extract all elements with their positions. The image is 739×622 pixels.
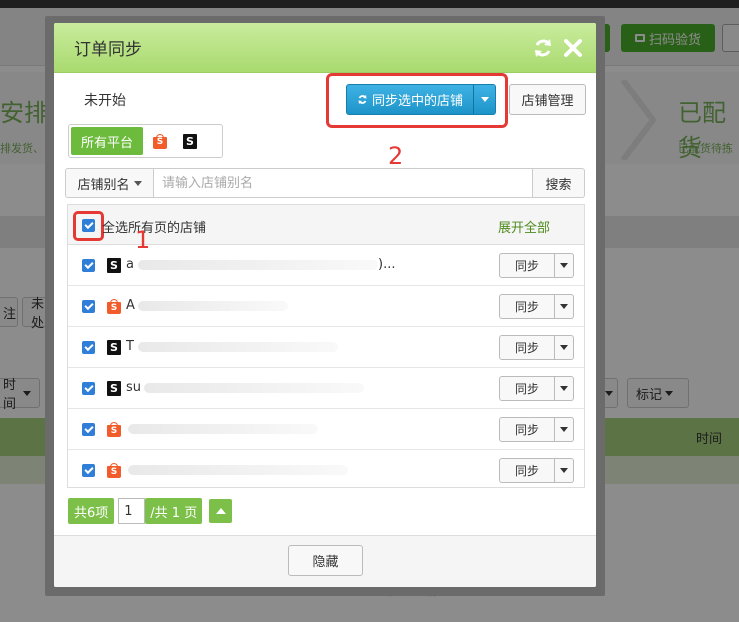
annotation-box-1 [73,211,104,241]
store-sync-button[interactable]: 同步 [499,294,574,319]
refresh-icon[interactable] [532,37,554,59]
page-number-input[interactable]: 1 [118,498,146,524]
store-checkbox[interactable] [82,341,95,354]
pagination: 共6项 1 /共 1 页 [68,498,233,524]
platform-icon: S [107,258,121,273]
store-name: T [126,339,134,354]
redacted-text [138,342,338,352]
platform-icon: S [107,340,121,355]
sync-dropdown[interactable] [555,253,574,278]
store-management-label: 店铺管理 [521,94,574,109]
platform-tabs: 所有平台 S S [68,124,223,158]
annotation-number-2: 2 [388,142,404,170]
sync-dropdown[interactable] [555,335,574,360]
hide-button-label: 隐藏 [312,555,339,570]
chevron-down-icon [560,263,568,268]
sync-dropdown[interactable] [555,294,574,319]
redacted-text [128,465,348,475]
modal-title: 订单同步 [74,40,142,60]
sync-selected-stores-button[interactable]: 同步选中的店铺 [346,84,496,115]
store-alias-label: 店铺别名 [77,177,130,193]
close-icon[interactable] [562,37,584,59]
store-name: A [126,298,135,313]
store-row: S 同步 [68,450,584,491]
redacted-text [128,424,318,434]
store-row: S 同步 [68,409,584,450]
chevron-down-icon [560,386,568,391]
store-row: S T 同步 [68,327,584,368]
store-checkbox[interactable] [82,382,95,395]
shein-icon: S [107,340,121,355]
store-row: S A 同步 [68,286,584,327]
chevron-down-icon [560,345,568,350]
shein-icon: S [107,381,121,396]
sync-button[interactable]: 同步 [499,253,555,278]
chevron-down-icon [560,304,568,309]
store-checkbox[interactable] [82,423,95,436]
store-sync-button[interactable]: 同步 [499,253,574,278]
shein-icon: S [183,133,198,149]
sync-button[interactable]: 同步 [499,294,555,319]
modal-footer: 隐藏 [54,535,596,587]
sync-selected-main[interactable]: 同步选中的店铺 [347,85,473,114]
store-alias-dropdown[interactable]: 店铺别名 [65,168,154,198]
sync-selected-label: 同步选中的店铺 [371,94,463,109]
store-sync-button[interactable]: 同步 [499,376,574,401]
sync-selected-dropdown[interactable] [473,85,495,114]
store-row: S su 同步 [68,368,584,409]
store-sync-button[interactable]: 同步 [499,335,574,360]
sync-icon [358,95,367,104]
modal-header: 订单同步 [54,23,596,73]
redacted-text [144,383,364,393]
store-table: 全选所有页的店铺 1 展开全部 S a )... 同步 S A 同步 S T 同… [67,204,585,488]
chevron-down-icon [480,97,489,102]
redacted-text [138,260,378,270]
hide-button[interactable]: 隐藏 [288,545,363,576]
sync-dropdown[interactable] [555,458,574,483]
select-all-label: 全选所有页的店铺 [102,221,207,236]
store-checkbox[interactable] [82,259,95,272]
tab-all-platforms[interactable]: 所有平台 [71,127,144,155]
store-table-header: 全选所有页的店铺 1 展开全部 [68,205,584,254]
sync-dropdown[interactable] [555,376,574,401]
pager-total: 共6项 [68,498,115,524]
platform-icon: S [107,381,121,396]
search-button-label: 搜索 [545,177,572,193]
expand-all-link[interactable]: 展开全部 [498,217,550,236]
store-checkbox[interactable] [82,464,95,477]
chevron-down-icon [133,180,142,186]
store-sync-button[interactable]: 同步 [499,417,574,442]
tab-shein[interactable]: S [177,127,203,155]
store-name: a [126,257,134,272]
store-name-suffix: )... [378,257,396,272]
sync-dropdown[interactable] [555,417,574,442]
shopee-icon: S [153,133,168,149]
store-checkbox[interactable] [82,300,95,313]
chevron-up-icon [215,508,226,514]
search-button[interactable]: 搜索 [533,168,585,198]
pager-collapse-button[interactable] [209,499,233,523]
store-alias-input[interactable] [154,168,533,198]
store-search-row: 店铺别名 搜索 [65,168,585,198]
sync-button[interactable]: 同步 [499,417,555,442]
store-management-button[interactable]: 店铺管理 [509,84,586,115]
pager-page-count: /共 1 页 [145,498,203,524]
sync-button[interactable]: 同步 [499,376,555,401]
sync-button[interactable]: 同步 [499,458,555,483]
sync-button[interactable]: 同步 [499,335,555,360]
sync-status: 未开始 [84,93,126,109]
chevron-down-icon [560,468,568,473]
store-name: su [126,380,142,395]
redacted-text [138,301,288,311]
store-sync-button[interactable]: 同步 [499,458,574,483]
shein-icon: S [107,258,121,273]
tab-shopee[interactable]: S [147,127,173,155]
store-row: S a )... 同步 [68,245,584,286]
chevron-down-icon [560,427,568,432]
order-sync-modal: 订单同步 未开始 同步选中的店铺 店铺管理 2 所有平台 S S 店铺别名 请输… [54,23,596,587]
